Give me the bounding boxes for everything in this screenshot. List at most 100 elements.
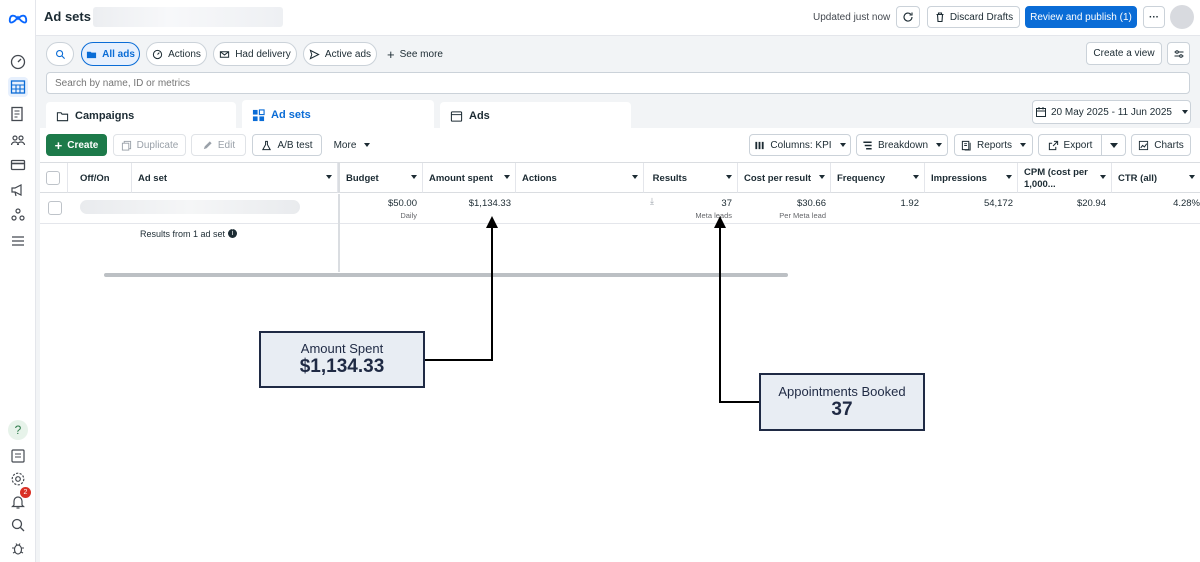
table-icon[interactable] bbox=[8, 77, 28, 97]
review-publish-button[interactable]: Review and publish (1) bbox=[1025, 6, 1137, 28]
budget-type: Daily bbox=[400, 211, 417, 220]
create-view-button[interactable]: Create a view bbox=[1086, 42, 1162, 65]
column-header-ad-set[interactable]: Ad set bbox=[132, 163, 338, 193]
impressions-value: 54,172 bbox=[983, 198, 1013, 209]
column-header-amount-spent[interactable]: Amount spent bbox=[423, 163, 516, 193]
amount-spent-callout-value: $1,134.33 bbox=[299, 356, 385, 377]
meta-logo-icon[interactable] bbox=[6, 8, 30, 28]
breakdown-dropdown[interactable]: Breakdown bbox=[856, 134, 948, 156]
column-header-results[interactable]: Results bbox=[644, 163, 738, 193]
content-area: All ads Actions Had delivery Active ads … bbox=[36, 36, 1200, 562]
column-header-cost-per-result[interactable]: Cost per result bbox=[738, 163, 831, 193]
discard-drafts-label: Discard Drafts bbox=[949, 11, 1014, 23]
filter-active-ads[interactable]: Active ads bbox=[303, 42, 377, 66]
column-header-amount-spent-label: Amount spent bbox=[429, 173, 493, 184]
column-header-off-on-label: Off/On bbox=[80, 173, 110, 184]
select-all-cell bbox=[40, 163, 68, 193]
column-header-results-label: Results bbox=[652, 173, 687, 184]
select-all-checkbox[interactable] bbox=[46, 170, 60, 185]
top-bar: Ad sets Updated just now Discard Drafts … bbox=[36, 0, 1200, 36]
people-icon[interactable] bbox=[8, 205, 28, 225]
budget-value: $50.00 bbox=[387, 198, 417, 209]
column-header-budget-label: Budget bbox=[346, 173, 379, 184]
ab-test-button[interactable]: A/B test bbox=[252, 134, 322, 156]
tab-campaigns[interactable]: Campaigns bbox=[46, 102, 236, 130]
info-icon[interactable]: i bbox=[228, 229, 237, 238]
discard-drafts-button[interactable]: Discard Drafts bbox=[927, 6, 1020, 28]
chevron-down-icon bbox=[1182, 110, 1188, 114]
news-icon[interactable] bbox=[8, 446, 28, 466]
column-header-frequency-label: Frequency bbox=[837, 173, 886, 184]
bell-icon[interactable]: 2 bbox=[8, 487, 31, 512]
see-more-button[interactable]: + See more bbox=[382, 42, 448, 66]
plus-icon: + bbox=[387, 46, 395, 62]
charts-button[interactable]: Charts bbox=[1131, 134, 1191, 156]
row-checkbox[interactable] bbox=[48, 201, 62, 215]
column-header-budget[interactable]: Budget bbox=[338, 163, 423, 193]
search-toggle-button[interactable] bbox=[46, 42, 74, 66]
review-publish-label: Review and publish (1) bbox=[1030, 11, 1132, 23]
chevron-down-icon bbox=[364, 143, 371, 147]
refresh-button[interactable] bbox=[896, 6, 920, 28]
search-icon bbox=[55, 49, 65, 59]
create-button[interactable]: + Create bbox=[46, 134, 107, 156]
filter-had-delivery[interactable]: Had delivery bbox=[213, 42, 297, 66]
more-dropdown[interactable]: More bbox=[328, 134, 376, 156]
summary-row: Results from 1 ad set i bbox=[40, 225, 338, 245]
column-header-impressions[interactable]: Impressions bbox=[925, 163, 1018, 193]
filter-all-ads[interactable]: All ads bbox=[81, 42, 140, 66]
search-icon[interactable] bbox=[8, 515, 28, 535]
more-options-label: ··· bbox=[1149, 11, 1159, 23]
horizontal-scrollbar[interactable] bbox=[104, 273, 788, 277]
avatar[interactable] bbox=[1170, 5, 1194, 29]
billing-icon[interactable] bbox=[8, 155, 28, 175]
view-settings-button[interactable] bbox=[1167, 42, 1190, 65]
megaphone-icon[interactable] bbox=[8, 180, 28, 200]
page-title: Ad sets bbox=[44, 9, 91, 24]
chevron-down-icon bbox=[819, 175, 825, 179]
date-range-picker[interactable]: 20 May 2025 - 11 Jun 2025 bbox=[1032, 100, 1191, 124]
search-input[interactable] bbox=[46, 72, 1190, 94]
chevron-down-icon bbox=[504, 175, 510, 179]
columns-label: Columns: KPI bbox=[770, 139, 832, 151]
chevron-down-icon bbox=[1100, 175, 1106, 179]
filter-actions-label: Actions bbox=[168, 48, 201, 60]
duplicate-button[interactable]: Duplicate bbox=[113, 134, 186, 156]
tab-ad-sets[interactable]: Ad sets bbox=[242, 100, 434, 130]
grid-icon bbox=[252, 108, 265, 121]
column-header-off-on[interactable]: Off/On bbox=[68, 163, 132, 193]
settings-icon[interactable] bbox=[8, 469, 28, 489]
tab-ads[interactable]: Ads bbox=[440, 102, 631, 130]
appointments-booked-callout: Appointments Booked 37 bbox=[759, 373, 925, 431]
tab-ads-label: Ads bbox=[469, 110, 490, 122]
redacted-ad-set-name bbox=[80, 200, 300, 214]
tab-campaigns-label: Campaigns bbox=[75, 110, 135, 122]
column-header-cpm[interactable]: CPM (cost per 1,000... bbox=[1018, 163, 1112, 193]
pages-icon[interactable] bbox=[8, 104, 28, 124]
amount-spent-value: $1,134.33 bbox=[468, 198, 511, 209]
export-button[interactable]: Export bbox=[1038, 134, 1102, 156]
export-options-dropdown[interactable] bbox=[1101, 134, 1126, 156]
column-header-impressions-label: Impressions bbox=[931, 173, 987, 184]
flask-icon bbox=[262, 140, 272, 150]
column-header-frequency[interactable]: Frequency bbox=[831, 163, 925, 193]
dashboard-icon[interactable] bbox=[8, 52, 28, 72]
audience-icon[interactable] bbox=[8, 130, 28, 150]
columns-icon bbox=[755, 141, 765, 149]
chevron-down-icon bbox=[839, 143, 846, 147]
charts-label: Charts bbox=[1154, 139, 1184, 151]
column-header-actions[interactable]: Actions bbox=[516, 163, 644, 193]
menu-icon[interactable] bbox=[8, 231, 28, 251]
chevron-down-icon bbox=[1006, 175, 1012, 179]
more-options-button[interactable]: ··· bbox=[1143, 6, 1165, 28]
help-icon[interactable]: ? bbox=[8, 420, 28, 440]
column-header-ctr[interactable]: CTR (all) bbox=[1112, 163, 1200, 193]
cost-per-result-type: Per Meta lead bbox=[779, 211, 826, 220]
bug-icon[interactable] bbox=[8, 538, 28, 558]
filter-actions[interactable]: Actions bbox=[146, 42, 207, 66]
edit-button[interactable]: Edit bbox=[191, 134, 246, 156]
reports-dropdown[interactable]: Reports bbox=[954, 134, 1033, 156]
columns-dropdown[interactable]: Columns: KPI bbox=[749, 134, 851, 156]
table-row[interactable]: $50.00 Daily $1,134.33 ⤓ 37 Meta leads $… bbox=[40, 194, 1200, 272]
notification-badge: 2 bbox=[20, 487, 31, 498]
